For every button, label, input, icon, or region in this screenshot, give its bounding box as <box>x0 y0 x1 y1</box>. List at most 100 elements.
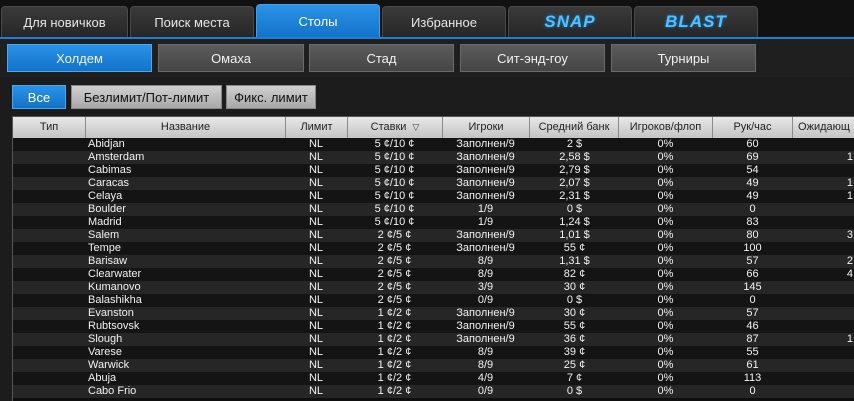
avg-pot-cell: 0 $ <box>566 385 583 397</box>
players-flop-cell: 0% <box>657 229 674 241</box>
tab-beginners[interactable]: Для новичков <box>1 6 128 37</box>
table-row[interactable]: Barisaw NL 2 ¢/5 ¢ 8/9 1,31 $ 0% 57 2 <box>13 255 854 268</box>
tab-favorites[interactable]: Избранное <box>382 6 506 37</box>
col-name[interactable]: Название <box>86 117 286 138</box>
tab-holdem[interactable]: Холдем <box>7 44 152 72</box>
avg-pot-cell: 30 ¢ <box>563 307 586 319</box>
waiting-cell <box>793 372 854 385</box>
lobby-top-tabs: Для новичков Поиск места Столы Избранное… <box>0 0 854 39</box>
avg-pot-cell: 2,58 $ <box>559 151 590 163</box>
col-stakes-label: Ставки <box>370 121 407 133</box>
tab-stud[interactable]: Стад <box>309 44 454 72</box>
hands-hour-cell: 49 <box>746 190 759 202</box>
avg-pot-cell: 0 $ <box>566 294 583 306</box>
waiting-cell <box>793 294 854 307</box>
table-row[interactable]: Abuja NL 1 ¢/2 ¢ 4/9 7 ¢ 0% 113 <box>13 372 854 385</box>
table-row[interactable]: Evanston NL 1 ¢/2 ¢ Заполнен/9 30 ¢ 0% 57 <box>13 307 854 320</box>
col-players-flop[interactable]: Игроков/флоп <box>619 117 713 138</box>
col-avg-pot[interactable]: Средний банк <box>530 117 619 138</box>
stakes-cell: 1 ¢/2 ¢ <box>377 372 412 384</box>
players-flop-cell: 0% <box>657 138 674 150</box>
table-row[interactable]: Madrid NL 5 ¢/10 ¢ 1/9 1,24 $ 0% 83 <box>13 216 854 229</box>
stakes-cell: 5 ¢/10 ¢ <box>374 138 415 150</box>
avg-pot-cell: 2,07 $ <box>559 177 590 189</box>
limit-cell: NL <box>308 229 324 241</box>
table-row[interactable]: Clearwater NL 2 ¢/5 ¢ 8/9 82 ¢ 0% 66 4 <box>13 268 854 281</box>
tab-tables[interactable]: Столы <box>256 4 380 38</box>
table-name-cell: Boulder <box>88 203 126 215</box>
hands-hour-cell: 0 <box>749 385 756 397</box>
players-flop-cell: 0% <box>657 177 674 189</box>
table-row[interactable]: Abidjan NL 5 ¢/10 ¢ Заполнен/9 2 $ 0% 60 <box>13 138 854 151</box>
table-row[interactable]: Celaya NL 5 ¢/10 ¢ Заполнен/9 2,31 $ 0% 49 1 <box>13 190 854 203</box>
stakes-cell: 5 ¢/10 ¢ <box>374 177 415 189</box>
tab-blast[interactable]: BLAST <box>634 6 758 37</box>
filter-fixed-limit[interactable]: Фикс. лимит <box>226 85 316 109</box>
limit-cell: NL <box>308 385 324 397</box>
table-row[interactable]: Cabo Frio NL 1 ¢/2 ¢ 0/9 0 $ 0% 0 <box>13 385 854 398</box>
stakes-cell: 1 ¢/2 ¢ <box>377 346 412 358</box>
stakes-cell: 5 ¢/10 ¢ <box>374 164 415 176</box>
limit-cell: NL <box>308 268 324 280</box>
avg-pot-cell: 2 $ <box>566 138 583 150</box>
table-row[interactable]: Amsterdam NL 5 ¢/10 ¢ Заполнен/9 2,58 $ 0% 69 1 <box>13 151 854 164</box>
filter-all[interactable]: Все <box>12 85 66 109</box>
tab-sit-and-go[interactable]: Сит-энд-гоу <box>460 44 605 72</box>
table-row[interactable]: Kumanovo NL 2 ¢/5 ¢ 3/9 30 ¢ 0% 145 <box>13 281 854 294</box>
blast-logo: BLAST <box>665 12 727 31</box>
players-cell: 1/9 <box>477 203 494 215</box>
players-flop-cell: 0% <box>657 359 674 371</box>
col-stakes[interactable]: Ставки ▽ <box>348 117 443 138</box>
table-row[interactable]: Boulder NL 5 ¢/10 ¢ 1/9 0 $ 0% 0 <box>13 203 854 216</box>
stakes-cell: 2 ¢/5 ¢ <box>377 294 412 306</box>
tab-tournaments[interactable]: Турниры <box>611 44 756 72</box>
table-row[interactable]: Caracas NL 5 ¢/10 ¢ Заполнен/9 2,07 $ 0% 49 1 <box>13 177 854 190</box>
tab-omaha[interactable]: Омаха <box>158 44 304 72</box>
players-cell: Заполнен/9 <box>456 307 515 319</box>
table-row[interactable]: Salem NL 2 ¢/5 ¢ Заполнен/9 1,01 $ 0% 80 3 <box>13 229 854 242</box>
table-row[interactable]: Varese NL 1 ¢/2 ¢ 8/9 39 ¢ 0% 55 <box>13 346 854 359</box>
limit-cell: NL <box>308 164 324 176</box>
waiting-cell: 1 <box>846 190 853 202</box>
waiting-cell <box>793 216 854 229</box>
table-row[interactable]: Warwick NL 1 ¢/2 ¢ 8/9 25 ¢ 0% 61 <box>13 359 854 372</box>
hands-hour-cell: 54 <box>746 164 759 176</box>
col-waiting[interactable]: Ожидающ <box>793 117 854 138</box>
table-row[interactable]: Rubtsovsk NL 1 ¢/2 ¢ Заполнен/9 55 ¢ 0% 46 <box>13 320 854 333</box>
players-cell: Заполнен/9 <box>456 320 515 332</box>
hands-hour-cell: 61 <box>746 359 759 371</box>
sort-descending-icon: ▽ <box>412 122 420 132</box>
waiting-cell: 1 <box>846 151 853 163</box>
col-players[interactable]: Игроки <box>443 117 530 138</box>
players-flop-cell: 0% <box>657 346 674 358</box>
table-row[interactable]: Tempe NL 2 ¢/5 ¢ Заполнен/9 55 ¢ 0% 100 <box>13 242 854 255</box>
col-hands-hour[interactable]: Рук/час <box>713 117 793 138</box>
players-cell: Заполнен/9 <box>456 151 515 163</box>
tab-find-seat[interactable]: Поиск места <box>130 6 254 37</box>
table-body: Abidjan NL 5 ¢/10 ¢ Заполнен/9 2 $ 0% 60 Amster… <box>13 138 854 398</box>
limit-cell: NL <box>308 346 324 358</box>
table-row[interactable]: Slough NL 1 ¢/2 ¢ Заполнен/9 36 ¢ 0% 87 1 <box>13 333 854 346</box>
players-flop-cell: 0% <box>657 255 674 267</box>
tab-snap[interactable]: SNAP <box>508 6 632 37</box>
players-cell: 1/9 <box>477 216 494 228</box>
avg-pot-cell: 55 ¢ <box>563 320 586 332</box>
waiting-cell <box>793 359 854 372</box>
table-row[interactable]: Balashikha NL 2 ¢/5 ¢ 0/9 0 $ 0% 0 <box>13 294 854 307</box>
col-limit[interactable]: Лимит <box>286 117 348 138</box>
table-name-cell: Cabo Frio <box>88 385 137 397</box>
table-name-cell: Amsterdam <box>88 151 145 163</box>
table-name-cell: Abidjan <box>88 138 125 150</box>
col-type[interactable]: Тип <box>13 117 86 138</box>
avg-pot-cell: 39 ¢ <box>563 346 586 358</box>
table-name-cell: Rubtsovsk <box>88 320 140 332</box>
hands-hour-cell: 60 <box>746 138 759 150</box>
hands-hour-cell: 113 <box>743 372 762 384</box>
waiting-cell <box>793 203 854 216</box>
hands-hour-cell: 66 <box>746 268 759 280</box>
filter-no-limit-pot-limit[interactable]: Безлимит/Пот-лимит <box>71 85 222 109</box>
hands-hour-cell: 0 <box>749 294 756 306</box>
table-row[interactable]: Cabimas NL 5 ¢/10 ¢ Заполнен/9 2,79 $ 0% 54 <box>13 164 854 177</box>
limit-cell: NL <box>308 151 324 163</box>
table-name-cell: Madrid <box>88 216 122 228</box>
